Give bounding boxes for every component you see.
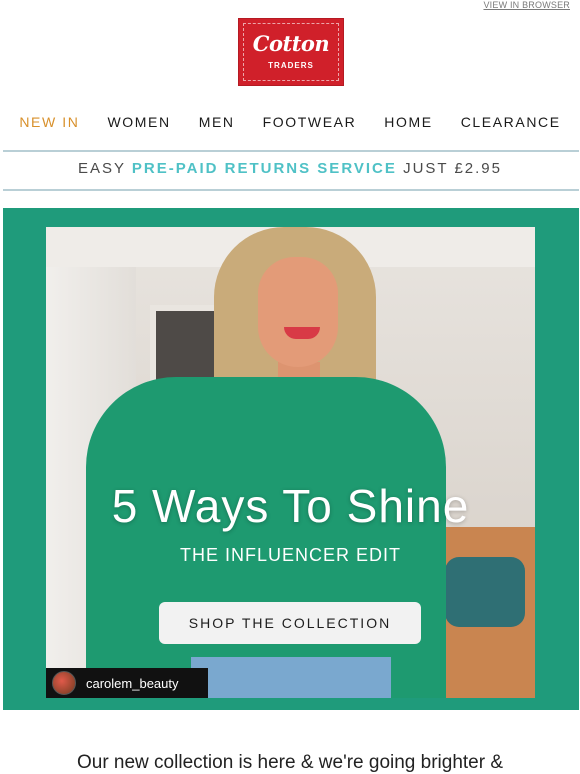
hero-banner: 5 Ways To Shine THE INFLUENCER EDIT SHOP… bbox=[3, 208, 579, 710]
influencer-tag[interactable]: carolem_beauty bbox=[46, 668, 208, 698]
hero-photo[interactable]: 5 Ways To Shine THE INFLUENCER EDIT SHOP… bbox=[46, 227, 535, 698]
divider-top bbox=[3, 150, 579, 152]
photo-model-face bbox=[258, 257, 338, 367]
hero-subhead: THE INFLUENCER EDIT bbox=[179, 545, 402, 565]
nav-item-men[interactable]: MEN bbox=[185, 114, 249, 130]
brand-logo[interactable]: Cotton TRADERS bbox=[238, 18, 344, 86]
logo-wordmark: Cotton bbox=[252, 31, 330, 56]
shop-collection-button[interactable]: SHOP THE COLLECTION bbox=[159, 602, 421, 644]
nav-item-new-in[interactable]: NEW IN bbox=[5, 114, 93, 130]
logo-subtitle: TRADERS bbox=[268, 61, 314, 70]
influencer-avatar bbox=[52, 671, 76, 695]
view-in-browser-link[interactable]: VIEW IN BROWSER bbox=[483, 0, 570, 10]
hero-headline: 5 Ways To Shine bbox=[111, 480, 470, 532]
nav-item-women[interactable]: WOMEN bbox=[93, 114, 184, 130]
nav-item-footwear[interactable]: FOOTWEAR bbox=[249, 114, 371, 130]
photo-cushion bbox=[445, 557, 525, 627]
photo-green-cardigan bbox=[86, 377, 446, 698]
returns-prefix: EASY bbox=[77, 160, 126, 177]
photo-jeans bbox=[191, 657, 391, 698]
main-nav: NEW IN WOMEN MEN FOOTWEAR HOME CLEARANCE bbox=[0, 114, 580, 130]
returns-highlight: PRE-PAID RETURNS SERVICE bbox=[131, 160, 397, 177]
divider-bottom bbox=[3, 189, 579, 191]
nav-item-clearance[interactable]: CLEARANCE bbox=[447, 114, 575, 130]
nav-item-home[interactable]: HOME bbox=[370, 114, 446, 130]
returns-suffix: JUST £2.95 bbox=[403, 160, 502, 177]
returns-banner[interactable]: EASY PRE-PAID RETURNS SERVICE JUST £2.95 bbox=[0, 160, 580, 177]
intro-paragraph: Our new collection is here & we're going… bbox=[76, 752, 504, 773]
influencer-handle: carolem_beauty bbox=[86, 675, 179, 691]
